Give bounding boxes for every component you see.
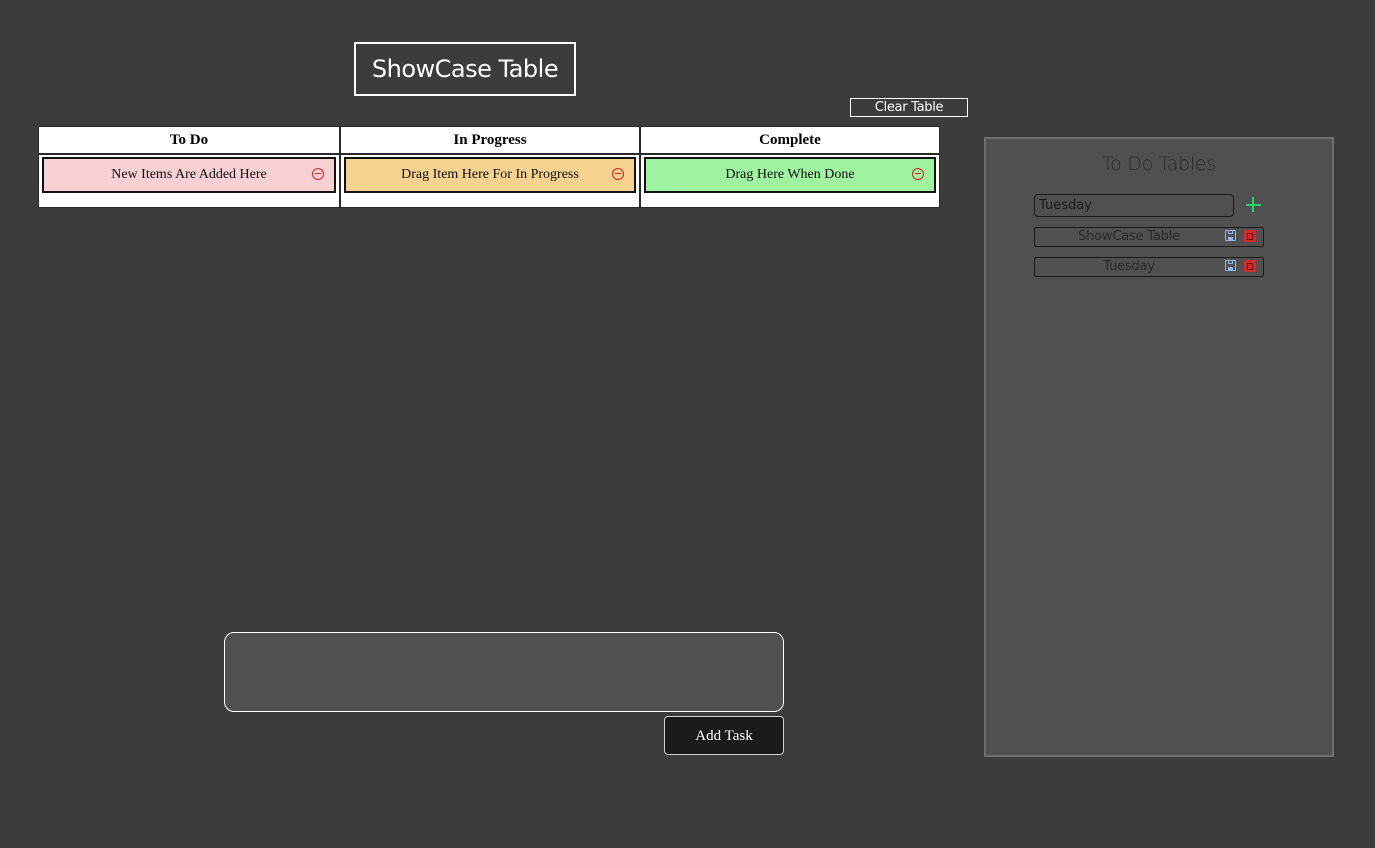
column-header: Complete	[641, 127, 939, 155]
column-complete[interactable]: Complete Drag Here When Done	[639, 127, 939, 207]
column-header: In Progress	[341, 127, 639, 155]
task-card[interactable]: Drag Item Here For In Progress	[344, 157, 636, 193]
current-table-title: ShowCase Table	[354, 42, 576, 96]
minus-circle-icon[interactable]	[312, 168, 324, 180]
new-table-name-input[interactable]: Tuesday	[1034, 194, 1234, 217]
table-list-item-name: ShowCase Table	[1078, 229, 1180, 244]
column-in-progress[interactable]: In Progress Drag Item Here For In Progre…	[339, 127, 639, 207]
plus-icon[interactable]	[1246, 197, 1261, 212]
task-card[interactable]: New Items Are Added Here	[42, 157, 336, 193]
sidebar-title: To Do Tables	[1102, 153, 1216, 175]
column-header: To Do	[39, 127, 339, 155]
task-card[interactable]: Drag Here When Done	[644, 157, 936, 193]
add-task-button[interactable]: Add Task	[664, 716, 784, 755]
kanban-board: To Do New Items Are Added Here In Progre…	[38, 126, 940, 208]
table-list-item-name: Tuesday	[1103, 259, 1155, 274]
delete-icon[interactable]	[1244, 260, 1256, 272]
column-to-do[interactable]: To Do New Items Are Added Here	[39, 127, 339, 207]
tables-sidebar: To Do Tables Tuesday ShowCase Table Tues…	[984, 137, 1334, 757]
task-card-text: New Items Are Added Here	[111, 167, 267, 182]
delete-icon[interactable]	[1244, 230, 1256, 242]
app-page: ShowCase Table Clear Table To Do New Ite…	[0, 0, 1375, 848]
table-list-item[interactable]: Tuesday	[1034, 257, 1264, 277]
table-list-item[interactable]: ShowCase Table	[1034, 227, 1264, 247]
save-icon[interactable]	[1225, 260, 1236, 271]
save-icon[interactable]	[1225, 230, 1236, 241]
clear-table-button[interactable]: Clear Table	[850, 98, 968, 117]
minus-circle-icon[interactable]	[912, 168, 924, 180]
task-card-text: Drag Item Here For In Progress	[401, 167, 579, 182]
new-task-input[interactable]	[224, 632, 784, 712]
task-card-text: Drag Here When Done	[725, 167, 855, 182]
minus-circle-icon[interactable]	[612, 168, 624, 180]
